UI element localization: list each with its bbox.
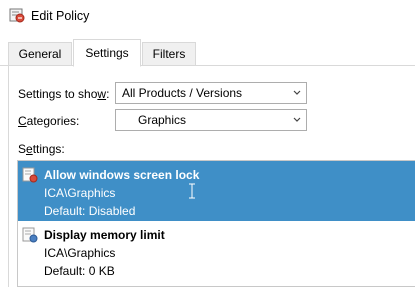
setting-icon	[22, 227, 38, 243]
tab-filters[interactable]: Filters	[142, 42, 196, 66]
setting-default: Default: Disabled	[44, 204, 136, 218]
setting-name: Allow windows screen lock	[44, 168, 200, 182]
chevron-down-icon	[293, 90, 301, 95]
setting-path: ICA\Graphics	[44, 186, 116, 200]
chevron-down-icon	[293, 117, 301, 122]
text-cursor-icon	[189, 183, 195, 199]
categories-label: Categories:	[18, 114, 80, 128]
policy-icon	[9, 8, 25, 23]
setting-icon	[22, 167, 38, 183]
list-item[interactable]: Display memory limit ICA\Graphics Defaul…	[18, 221, 415, 281]
settings-to-show-dropdown[interactable]: All Products / Versions	[115, 82, 307, 104]
settings-list[interactable]: Allow windows screen lock ICA\Graphics D…	[17, 160, 415, 287]
settings-to-show-value: All Products / Versions	[122, 86, 243, 100]
setting-path: ICA\Graphics	[44, 246, 116, 260]
setting-default: Default: 0 KB	[44, 264, 115, 278]
tab-settings[interactable]: Settings	[73, 39, 141, 67]
settings-to-show-label: Settings to show:	[18, 87, 110, 101]
setting-name: Display memory limit	[44, 228, 165, 242]
panel-border	[8, 65, 9, 287]
window-title: Edit Policy	[31, 9, 90, 23]
categories-dropdown[interactable]: Graphics	[115, 109, 307, 131]
tab-strip: General Settings Filters	[0, 34, 415, 67]
categories-value: Graphics	[138, 113, 187, 127]
settings-list-label: Settings:	[18, 142, 65, 156]
list-item[interactable]: Allow windows screen lock ICA\Graphics D…	[18, 161, 415, 221]
title-bar: Edit Policy	[0, 0, 415, 34]
tab-general[interactable]: General	[8, 42, 72, 66]
